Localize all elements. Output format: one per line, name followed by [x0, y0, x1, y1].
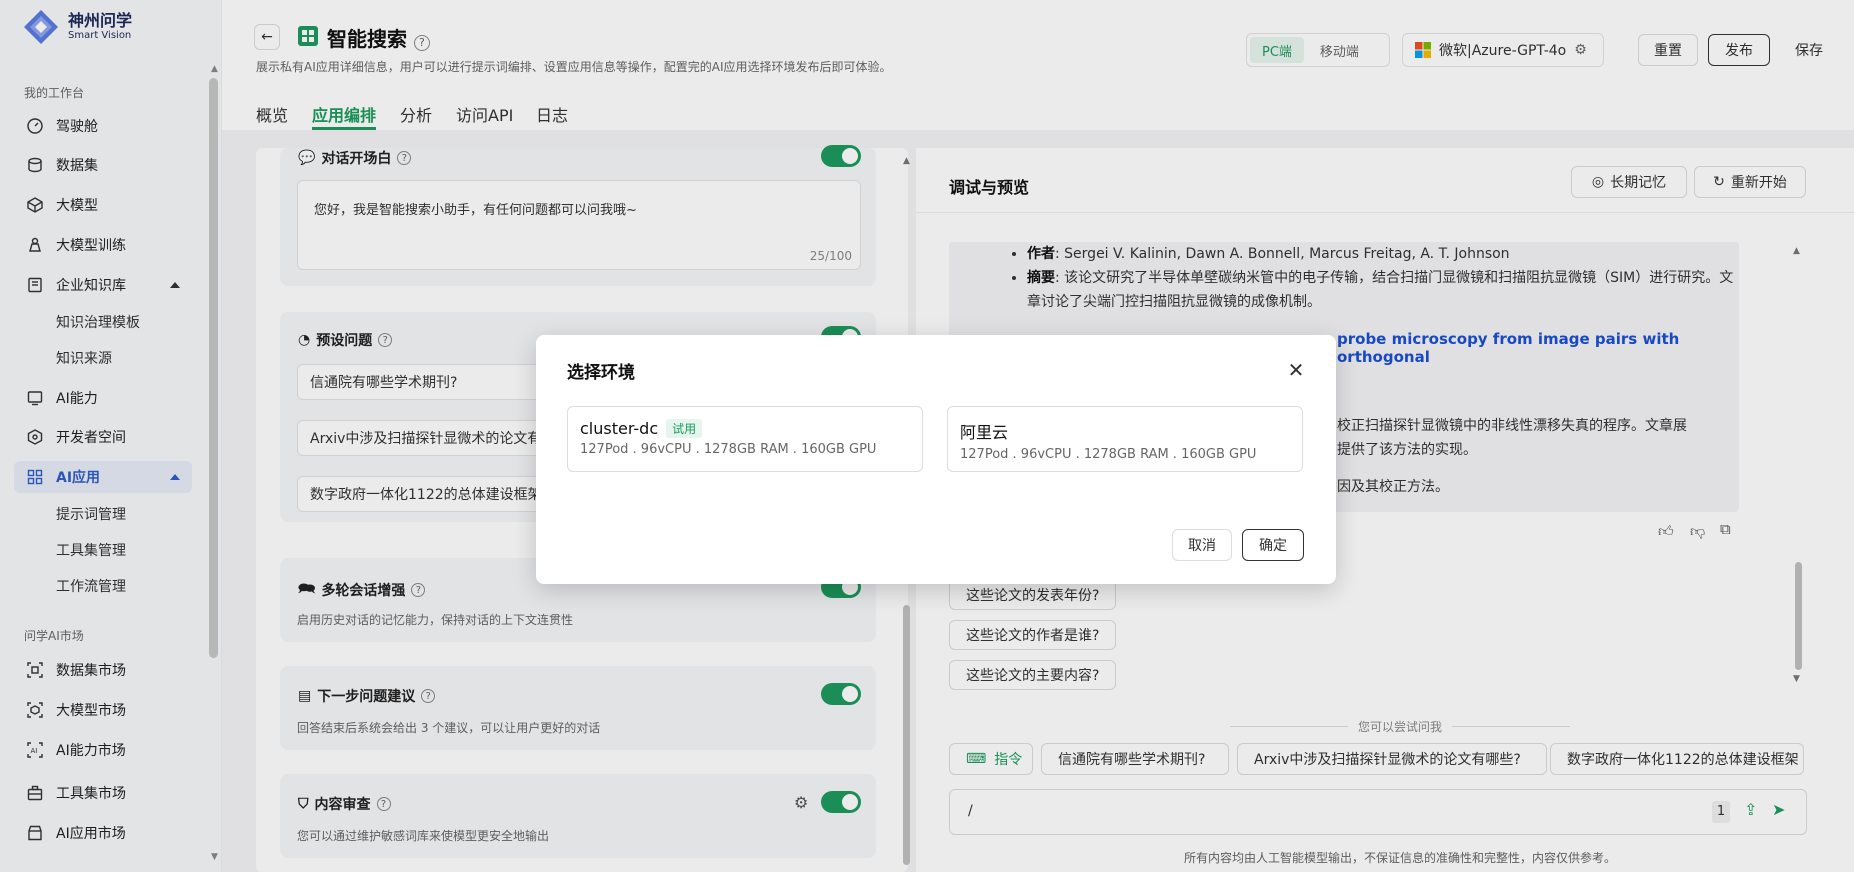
env-spec: 127Pod . 96vCPU . 1278GB RAM . 160GB GPU	[580, 442, 877, 457]
close-icon[interactable]: ✕	[1286, 360, 1306, 380]
confirm-button[interactable]: 确定	[1242, 529, 1304, 561]
env-name: 阿里云	[960, 423, 1009, 442]
env-spec: 127Pod . 96vCPU . 1278GB RAM . 160GB GPU	[960, 447, 1257, 462]
env-name: cluster-dc	[580, 419, 659, 438]
cancel-button[interactable]: 取消	[1172, 529, 1232, 561]
env-card-aliyun[interactable]: 阿里云 127Pod . 96vCPU . 1278GB RAM . 160GB…	[947, 406, 1303, 472]
trial-badge: 试用	[666, 419, 703, 438]
env-card-cluster-dc[interactable]: cluster-dc 试用 127Pod . 96vCPU . 1278GB RA…	[567, 406, 923, 472]
modal-title: 选择环境	[567, 363, 635, 383]
